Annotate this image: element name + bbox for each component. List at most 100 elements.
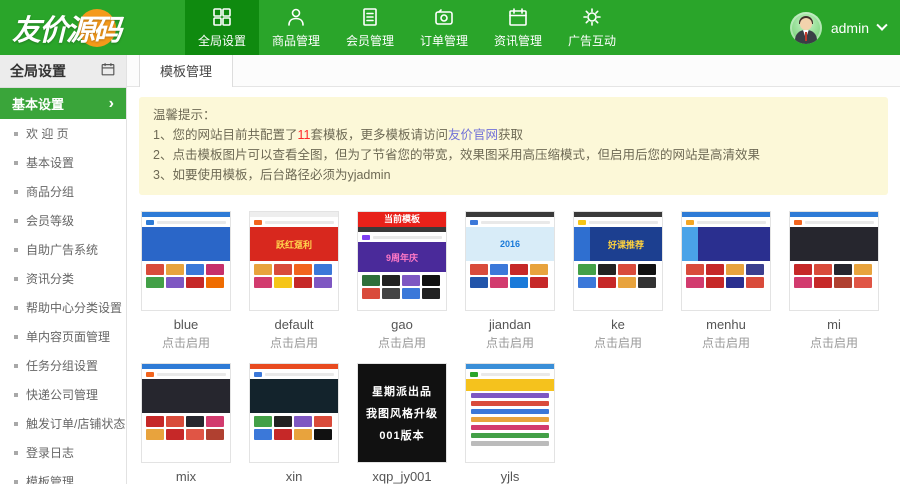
template-thumbnail[interactable] [141,363,231,463]
template-thumbnail[interactable] [465,363,555,463]
sidebar-item[interactable]: 触发订单/店铺状态 [0,409,126,438]
nav-item-会员管理[interactable]: 会员管理 [333,0,407,55]
thumbnail-product-tile [314,416,332,427]
tab-template-management[interactable]: 模板管理 [139,55,233,87]
sidebar-item-label: 单内容页面管理 [26,328,110,345]
template-thumbnail[interactable]: 星期派出品我图风格升级001版本 [357,363,447,463]
template-name: mi [789,317,879,332]
thumbnail-banner: 2016 [466,227,554,261]
notice-title: 温馨提示： [153,105,874,125]
template-card: blue点击启用 [141,211,231,351]
thumbnail-text-line: 我图风格升级 [366,405,438,421]
template-card: 跃红趸利default点击启用 [249,211,339,351]
bullet-icon [14,219,18,223]
template-thumbnail[interactable] [141,211,231,311]
bullet-icon [14,248,18,252]
thumbnail-product-tile [146,277,164,288]
sidebar-item[interactable]: 资讯分类 [0,264,126,293]
bullet-icon [14,393,18,397]
thumbnail-banner-row: 好课推荐 [574,227,662,261]
template-name: menhu [681,317,771,332]
thumbnail-product-tile [146,264,164,275]
notice-text: 11 [297,128,310,142]
sidebar-item[interactable]: 模板管理 [0,467,126,484]
notice-text: 2、点击模板图片可以查看全图，但为了节省您的带宽，效果图采用高压缩模式，但启用后… [153,148,760,162]
nav-item-商品管理[interactable]: 商品管理 [259,0,333,55]
user-menu[interactable]: admin [790,0,886,55]
thumbnail-banner: 好课推荐 [590,227,662,261]
bullet-icon [14,480,18,484]
sidebar-item[interactable]: 基本设置 [0,148,126,177]
thumbnail-header [142,217,230,227]
template-thumbnail[interactable]: 当前模板9周年庆 [357,211,447,311]
nav-item-资讯管理[interactable]: 资讯管理 [481,0,555,55]
template-thumbnail[interactable] [681,211,771,311]
sidebar-item[interactable]: 任务分组设置 [0,351,126,380]
nav-item-订单管理[interactable]: 订单管理 [407,0,481,55]
thumbnail-banner-text: 2016 [500,239,520,249]
sidebar-item[interactable]: 快递公司管理 [0,380,126,409]
nav-item-广告互动[interactable]: 广告互动 [555,0,629,55]
thumbnail-banner [142,379,230,413]
sidebar-group-basic-settings[interactable]: 基本设置 › [0,88,126,119]
avatar [790,12,822,44]
sidebar-item[interactable]: 会员等级 [0,206,126,235]
template-enable-link[interactable]: 点击启用 [681,334,771,351]
thumbnail-logo [686,220,694,225]
thumbnail-product-tile [578,264,596,275]
template-thumbnail[interactable]: 好课推荐 [573,211,663,311]
sidebar-item[interactable]: 商品分组 [0,177,126,206]
bullet-icon [14,277,18,281]
sidebar-item[interactable]: 登录日志 [0,438,126,467]
template-enable-link[interactable]: 点击启用 [249,334,339,351]
app-logo[interactable]: 友价源码 [0,0,185,55]
sidebar-item-label: 快递公司管理 [26,386,98,403]
thumbnail-header [250,217,338,227]
sidebar-item[interactable]: 单内容页面管理 [0,322,126,351]
sidebar-item[interactable]: 帮助中心分类设置 [0,293,126,322]
template-enable-link[interactable]: 点击启用 [357,334,447,351]
nav-item-全局设置[interactable]: 全局设置 [185,0,259,55]
notice-line: 2、点击模板图片可以查看全图，但为了节省您的带宽，效果图采用高压缩模式，但启用后… [153,145,874,165]
thumbnail-product-tile [746,264,764,275]
template-enable-link[interactable]: 点击启用 [465,334,555,351]
thumbnail-product-tile [422,275,440,286]
template-thumbnail[interactable]: 2016 [465,211,555,311]
thumbnail-product-tile [422,288,440,299]
thumbnail-product-tile [794,264,812,275]
template-thumbnail[interactable] [249,363,339,463]
thumbnail-products [142,261,230,291]
sidebar-item[interactable]: 欢 迎 页 [0,119,126,148]
sidebar-group-label: 基本设置 [12,94,64,113]
grid-icon [211,6,233,28]
template-enable-link[interactable]: 点击启用 [141,334,231,351]
template-thumbnail[interactable] [789,211,879,311]
user-icon [285,6,307,28]
thumbnail-product-tile [146,429,164,440]
template-card: yjls点击启用 [465,363,555,484]
thumbnail-header [466,369,554,379]
template-grid: blue点击启用跃红趸利default点击启用当前模板9周年庆gao点击启用20… [127,207,900,484]
thumbnail-product-tile [166,429,184,440]
thumbnail-searchbar [697,221,766,224]
thumbnail-text-line: 星期派出品 [372,383,432,399]
thumbnail-product-tile [186,429,204,440]
document-icon [359,6,381,28]
notice-link[interactable]: 友价官网 [448,128,498,142]
thumbnail-product-tile [166,416,184,427]
thumbnail-product-tile [726,264,744,275]
thumbnail-list-row [471,401,549,406]
thumbnail-product-tile [294,416,312,427]
thumbnail-banner-row [790,227,878,261]
thumbnail-logo [254,220,262,225]
thumbnail-product-tile [470,277,488,288]
thumbnail-product-tile [206,277,224,288]
sidebar-item[interactable]: 自助广告系统 [0,235,126,264]
thumbnail-product-tile [530,277,548,288]
thumbnail-product-tile [706,277,724,288]
thumbnail-product-tile [206,264,224,275]
template-enable-link[interactable]: 点击启用 [573,334,663,351]
thumbnail-list [466,391,554,448]
template-thumbnail[interactable]: 跃红趸利 [249,211,339,311]
template-enable-link[interactable]: 点击启用 [789,334,879,351]
